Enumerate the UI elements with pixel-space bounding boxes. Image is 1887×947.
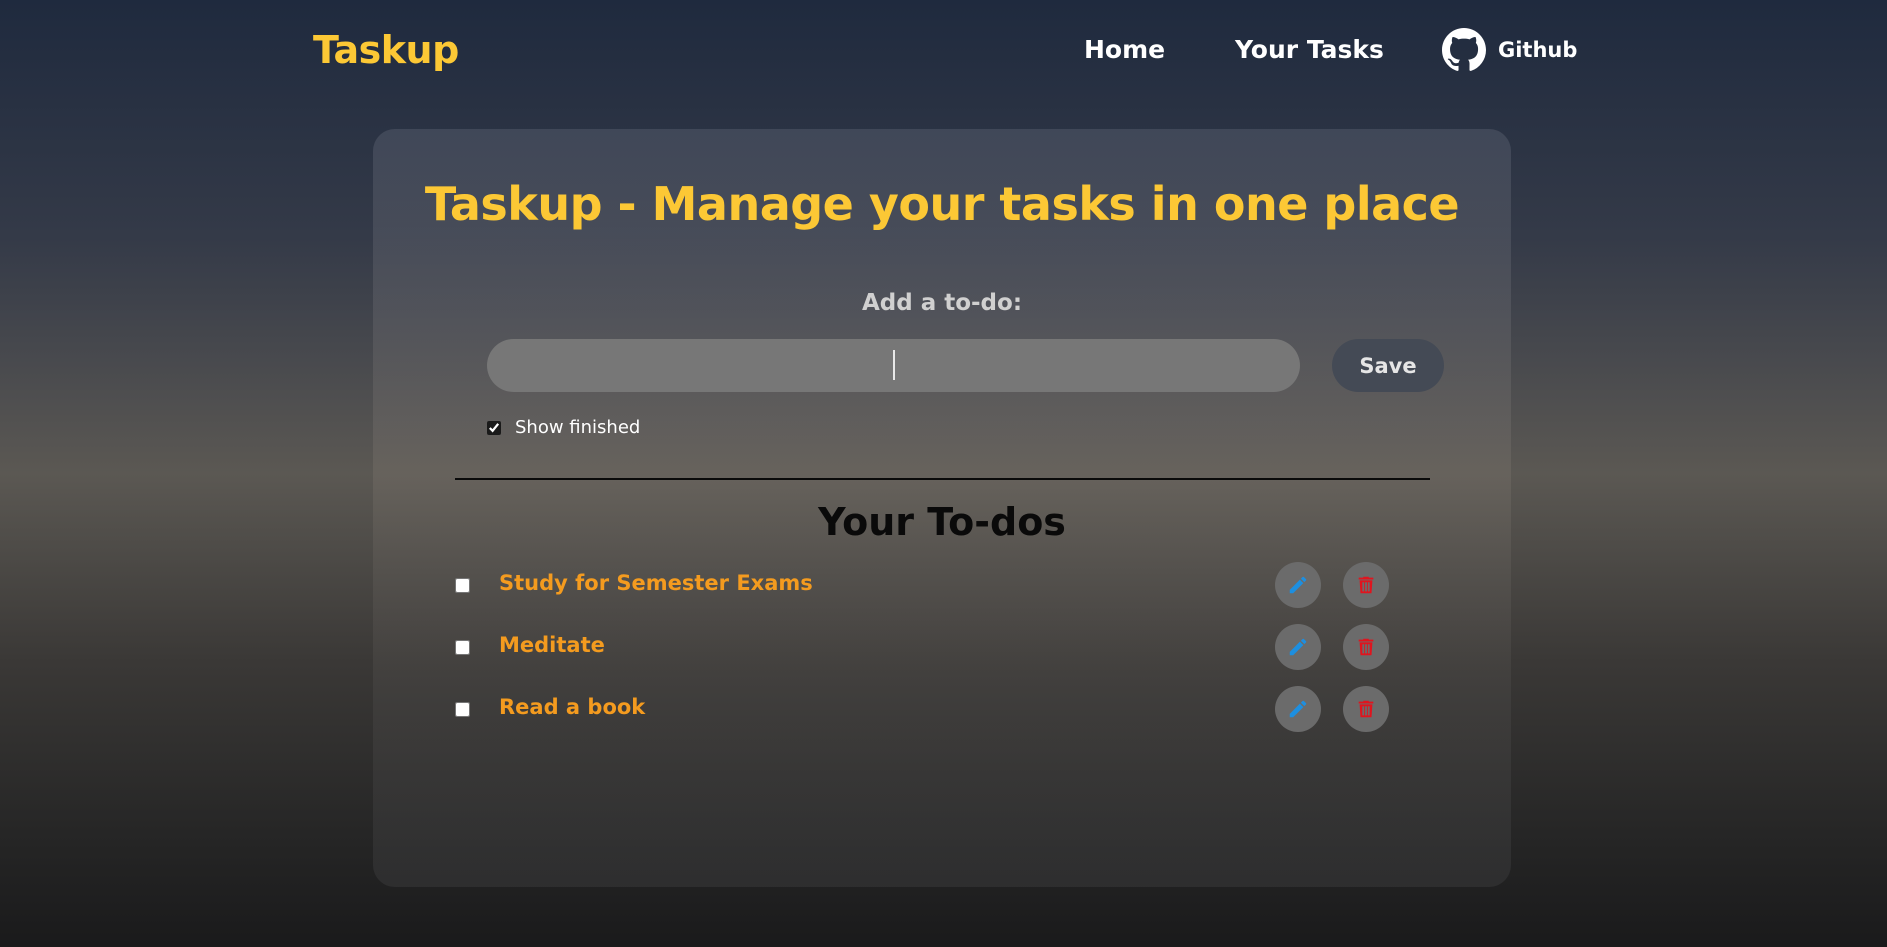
main-card: Taskup - Manage your tasks in one place … <box>373 129 1511 887</box>
nav-link-github[interactable]: Github <box>1442 28 1577 72</box>
edit-button[interactable] <box>1275 686 1321 732</box>
logo[interactable]: Taskup <box>313 28 459 72</box>
text-caret <box>893 350 895 380</box>
todo-text: Study for Semester Exams <box>499 571 813 595</box>
edit-button[interactable] <box>1275 624 1321 670</box>
delete-button[interactable] <box>1343 686 1389 732</box>
trash-icon <box>1358 638 1374 656</box>
todo-checkbox[interactable] <box>455 640 470 655</box>
show-finished-label[interactable]: Show finished <box>515 417 640 438</box>
todo-checkbox[interactable] <box>455 578 470 593</box>
todo-checkbox[interactable] <box>455 702 470 717</box>
show-finished-toggle[interactable]: Show finished <box>487 417 640 438</box>
todos-title: Your To-dos <box>818 500 1066 544</box>
nav-link-home[interactable]: Home <box>1084 35 1165 64</box>
trash-icon <box>1358 700 1374 718</box>
todo-text: Meditate <box>499 633 605 657</box>
divider <box>455 478 1430 480</box>
edit-button[interactable] <box>1275 562 1321 608</box>
todo-item: Read a book <box>455 686 1455 732</box>
delete-button[interactable] <box>1343 624 1389 670</box>
todo-item: Study for Semester Exams <box>455 562 1455 608</box>
add-todo-label: Add a to-do: <box>861 290 1023 316</box>
todo-text: Read a book <box>499 695 646 719</box>
pencil-icon <box>1289 700 1307 718</box>
pencil-icon <box>1289 638 1307 656</box>
navbar: Taskup Home Your Tasks Github <box>0 0 1887 104</box>
save-button[interactable]: Save <box>1332 339 1444 392</box>
show-finished-checkbox[interactable] <box>487 420 501 435</box>
page-title: Taskup - Manage your tasks in one place <box>424 177 1460 231</box>
nav-link-your-tasks[interactable]: Your Tasks <box>1235 35 1384 64</box>
github-label: Github <box>1498 38 1578 62</box>
delete-button[interactable] <box>1343 562 1389 608</box>
trash-icon <box>1358 576 1374 594</box>
github-icon <box>1442 28 1486 71</box>
todo-item: Meditate <box>455 624 1455 670</box>
pencil-icon <box>1289 576 1307 594</box>
